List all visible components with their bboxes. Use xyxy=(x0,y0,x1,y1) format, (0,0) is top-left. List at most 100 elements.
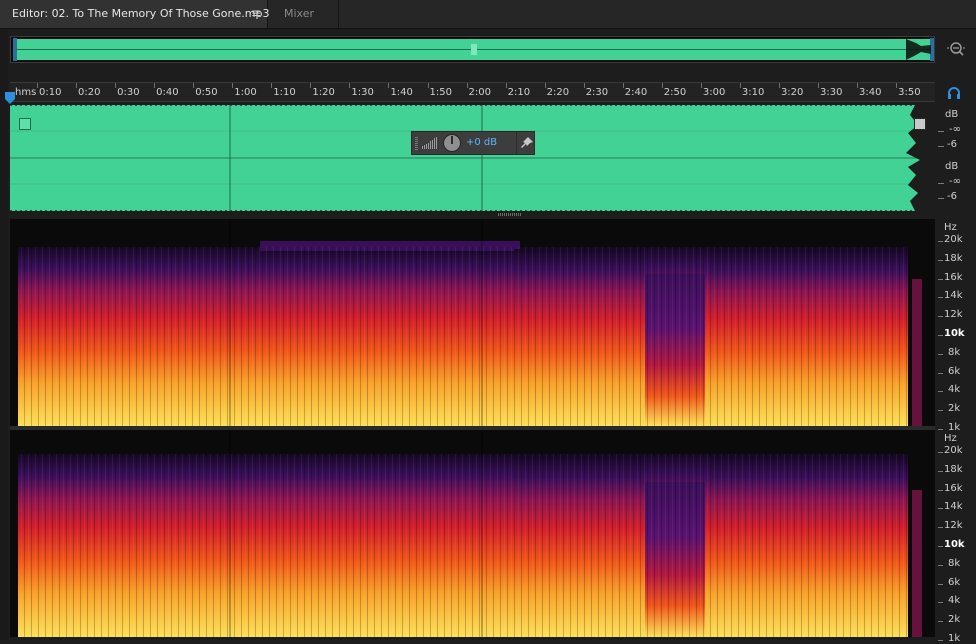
ruler-tick-label: 0:40 xyxy=(156,87,179,98)
hz-tick-mark xyxy=(938,335,943,336)
amp-unit-ch2: dB xyxy=(945,161,959,172)
editor-tab-bar: Editor: 02. To The Memory Of Those Gone.… xyxy=(0,0,976,29)
waveform-graphic xyxy=(10,105,935,211)
hz-tick-mark xyxy=(938,297,943,299)
ruler-tick-mark xyxy=(818,83,819,88)
ruler-tick-mark xyxy=(37,83,38,88)
amp-tick xyxy=(938,146,944,147)
hz-tick-label: 16k xyxy=(944,271,963,283)
hz-tick-mark xyxy=(938,564,943,566)
hz-tick-label: 14k xyxy=(944,501,963,513)
pin-icon[interactable] xyxy=(520,136,534,150)
amplitude-scale: dB -∞ -6 dB -∞ -6 xyxy=(936,105,976,211)
ruler-tick-label: 2:50 xyxy=(663,87,687,98)
hz-tick-label: 18k xyxy=(944,463,963,475)
hz-tick-mark xyxy=(938,640,943,641)
level-meter-icon xyxy=(422,137,437,149)
fade-out-handle-icon[interactable] xyxy=(914,118,926,130)
frequency-scale-channel-2: Hz 20k 18k 16k 14k 12k 10k 8k 6k 4k 2k 1k xyxy=(936,430,976,644)
hz-tick-mark xyxy=(938,546,943,547)
hz-tick-mark xyxy=(938,508,943,510)
ruler-tick-label: 1:10 xyxy=(273,87,296,98)
ruler-tick-mark xyxy=(466,83,468,88)
ruler-tick-label: 2:00 xyxy=(468,87,492,98)
spectral-display-channel-2[interactable] xyxy=(10,430,935,637)
ruler-tick-label: 2:40 xyxy=(624,87,648,98)
ruler-tick-label: 1:20 xyxy=(312,87,335,98)
amp-tick xyxy=(938,198,944,199)
hz-tick-label: 20k xyxy=(944,445,963,456)
ruler-tick-label: 3:10 xyxy=(741,87,765,98)
ruler-tick-mark xyxy=(505,83,507,88)
hz-tick-label: 4k xyxy=(948,595,961,607)
menu-icon[interactable]: ≡ xyxy=(251,0,261,27)
hud-grip-icon[interactable] xyxy=(415,136,418,150)
ruler-tick-label: 2:30 xyxy=(585,87,609,98)
ruler-tick-mark xyxy=(739,83,741,88)
tab-mixer[interactable]: Mixer xyxy=(284,0,314,28)
hz-tick-mark xyxy=(938,391,943,393)
ruler-tick-mark xyxy=(857,83,859,88)
ruler-tick-mark xyxy=(778,83,780,88)
spectrogram-graphic xyxy=(10,430,935,637)
hz-tick-label: 2k xyxy=(948,614,961,626)
hz-tick-label: 6k xyxy=(948,365,961,377)
amp-minus6-ch1: -6 xyxy=(947,139,957,150)
tab-divider xyxy=(338,0,339,28)
ruler-tick-label: 2:20 xyxy=(546,87,570,98)
spectrogram-graphic xyxy=(10,219,935,426)
hz-tick-label: 10k xyxy=(944,539,965,550)
playhead-marker-icon[interactable] xyxy=(5,92,15,104)
ruler-tick-mark xyxy=(896,83,898,88)
time-ruler[interactable]: hms 0:10 0:20 0:30 0:40 0:50 1:00 1:10 1:20 1:30… xyxy=(10,82,935,102)
gain-value[interactable]: +0 dB xyxy=(466,137,497,148)
ruler-tick-label: 3:30 xyxy=(820,87,843,98)
ruler-tick-mark xyxy=(700,83,702,88)
ruler-tick-label: 0:20 xyxy=(78,87,101,98)
left-panel-edge xyxy=(0,28,8,640)
ruler-tick-label: 3:40 xyxy=(859,87,882,98)
ruler-tick-label: 3:50 xyxy=(898,87,921,98)
gain-hud[interactable]: +0 dB xyxy=(411,131,535,155)
hz-tick-label: 18k xyxy=(944,252,963,264)
hz-tick-mark xyxy=(938,452,943,453)
overview-waveform[interactable] xyxy=(10,36,935,63)
hz-tick-mark xyxy=(938,621,943,623)
amp-minus6-ch2: -6 xyxy=(947,191,957,202)
waveform-display[interactable] xyxy=(10,105,935,211)
ruler-tick-mark xyxy=(622,83,624,88)
ruler-tick-label: 0:50 xyxy=(195,87,218,98)
amp-unit-ch1: dB xyxy=(945,109,959,120)
ruler-tick-mark xyxy=(349,83,351,88)
hz-tick-label: 10k xyxy=(944,328,965,339)
hz-tick-mark xyxy=(938,241,943,242)
hz-tick-mark xyxy=(938,470,943,472)
tab-editor-label: Editor: 02. To The Memory Of Those Gone.… xyxy=(12,7,270,20)
ruler-tick-mark xyxy=(76,83,78,88)
ruler-tick-mark xyxy=(427,83,429,88)
ruler-tick-mark xyxy=(388,83,390,88)
hz-tick-label: 2k xyxy=(948,403,961,415)
ruler-tick-mark xyxy=(661,83,663,88)
panel-resize-handle[interactable] xyxy=(498,213,522,216)
ruler-tick-mark xyxy=(232,83,234,88)
hz-tick-mark xyxy=(938,489,943,491)
gain-knob-icon[interactable] xyxy=(443,134,461,152)
ruler-tick-mark xyxy=(310,83,312,88)
overview-waveform-graphic xyxy=(13,38,934,61)
amp-inf-ch2: -∞ xyxy=(949,176,961,187)
hz-tick-label: 8k xyxy=(948,346,961,358)
ruler-tick-label: 0:10 xyxy=(39,87,62,98)
hud-divider xyxy=(516,132,517,154)
monitor-icon[interactable] xyxy=(946,85,962,101)
ruler-tick-label: 1:40 xyxy=(390,87,413,98)
spectral-display-channel-1[interactable] xyxy=(10,219,935,426)
fade-in-handle-icon[interactable] xyxy=(19,118,31,130)
ruler-tick-label: 2:10 xyxy=(507,87,531,98)
hz-tick-label: 1k xyxy=(948,633,961,644)
zoom-navigator-icon[interactable] xyxy=(946,39,966,59)
hz-tick-label: 12k xyxy=(944,309,963,321)
hz-tick-mark xyxy=(938,583,943,585)
ruler-tick-label: 1:30 xyxy=(351,87,374,98)
tab-editor[interactable]: Editor: 02. To The Memory Of Those Gone.… xyxy=(0,0,270,28)
